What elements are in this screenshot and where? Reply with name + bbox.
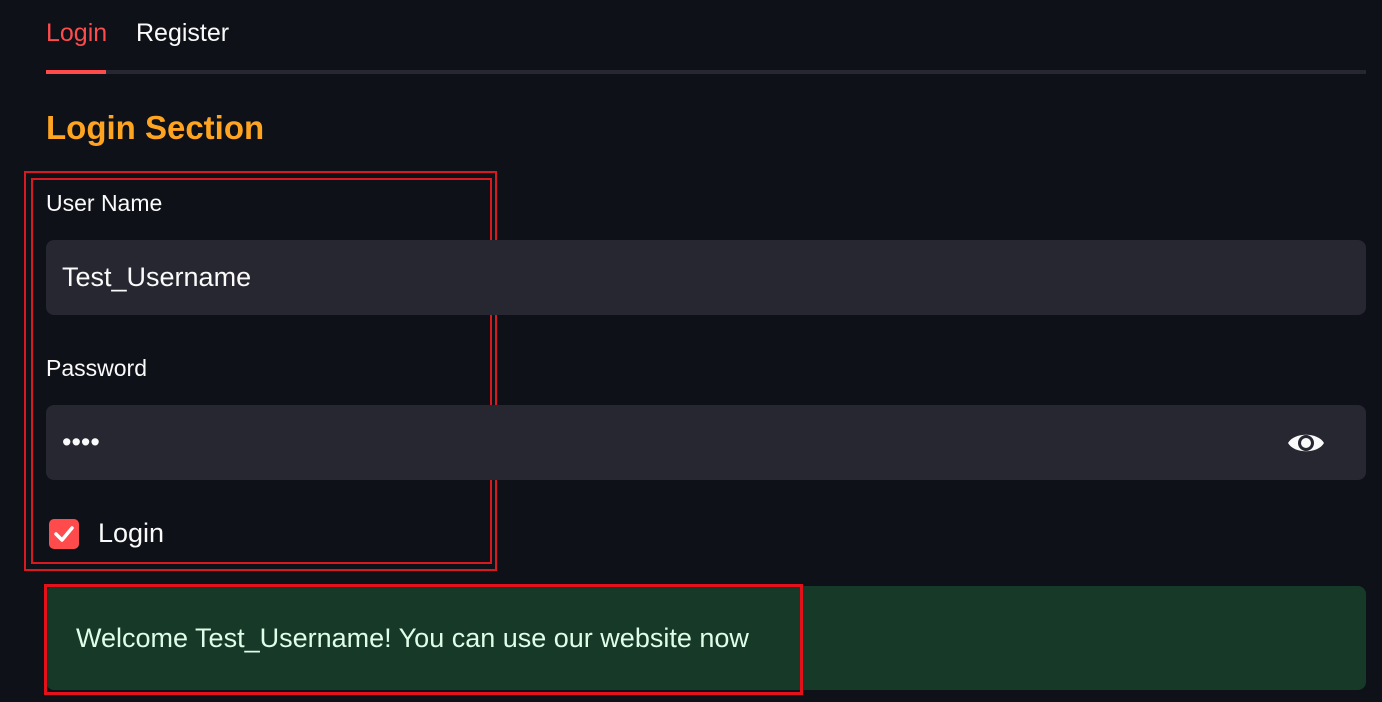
checkmark-icon bbox=[54, 526, 74, 542]
login-checkbox[interactable] bbox=[49, 519, 79, 549]
password-field-container bbox=[46, 405, 1366, 480]
tab-bar: Login Register bbox=[46, 0, 1366, 76]
password-label: Password bbox=[46, 355, 147, 381]
password-input[interactable] bbox=[62, 405, 1242, 480]
login-checkbox-label[interactable]: Login bbox=[98, 516, 164, 550]
tab-rail bbox=[46, 70, 1366, 74]
tab-login[interactable]: Login bbox=[46, 18, 107, 48]
username-field-container bbox=[46, 240, 1366, 315]
active-tab-indicator bbox=[46, 70, 106, 74]
username-input[interactable] bbox=[62, 240, 1242, 315]
success-message: Welcome Test_Username! You can use our w… bbox=[76, 623, 749, 653]
username-label: User Name bbox=[46, 190, 163, 216]
tab-register[interactable]: Register bbox=[136, 18, 229, 48]
eye-icon bbox=[1288, 434, 1324, 452]
show-password-button[interactable] bbox=[1286, 427, 1326, 459]
page-title: Login Section bbox=[46, 109, 265, 146]
success-alert: Welcome Test_Username! You can use our w… bbox=[46, 586, 1366, 690]
